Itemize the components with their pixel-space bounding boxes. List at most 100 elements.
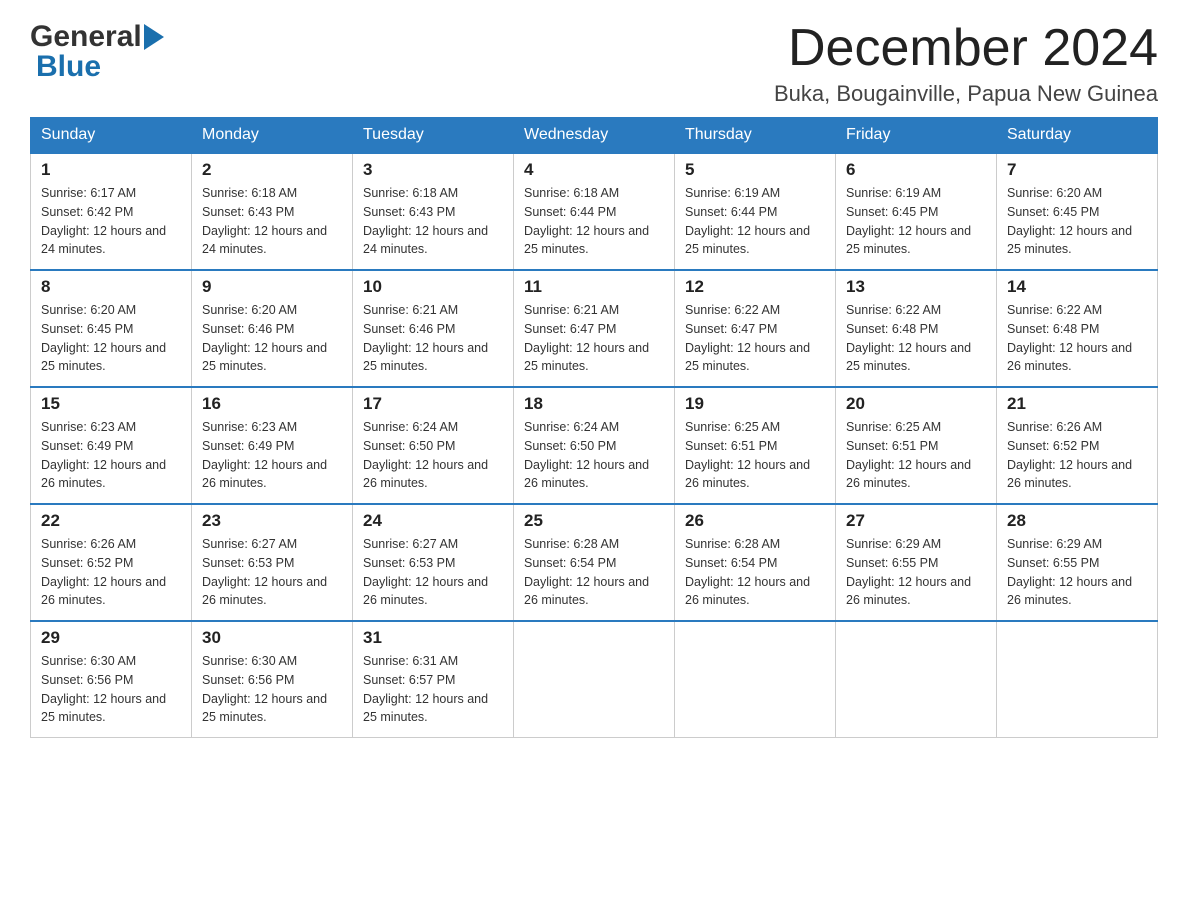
day-number: 8	[41, 277, 181, 297]
table-row: 14 Sunrise: 6:22 AMSunset: 6:48 PMDaylig…	[997, 270, 1158, 387]
col-tuesday: Tuesday	[353, 118, 514, 154]
table-row: 26 Sunrise: 6:28 AMSunset: 6:54 PMDaylig…	[675, 504, 836, 621]
col-thursday: Thursday	[675, 118, 836, 154]
day-number: 16	[202, 394, 342, 414]
day-number: 10	[363, 277, 503, 297]
day-number: 20	[846, 394, 986, 414]
day-number: 30	[202, 628, 342, 648]
day-number: 23	[202, 511, 342, 531]
day-number: 24	[363, 511, 503, 531]
day-info: Sunrise: 6:20 AMSunset: 6:45 PMDaylight:…	[41, 303, 166, 373]
day-info: Sunrise: 6:31 AMSunset: 6:57 PMDaylight:…	[363, 654, 488, 724]
day-number: 2	[202, 160, 342, 180]
day-info: Sunrise: 6:23 AMSunset: 6:49 PMDaylight:…	[202, 420, 327, 490]
table-row: 24 Sunrise: 6:27 AMSunset: 6:53 PMDaylig…	[353, 504, 514, 621]
day-info: Sunrise: 6:22 AMSunset: 6:47 PMDaylight:…	[685, 303, 810, 373]
day-info: Sunrise: 6:24 AMSunset: 6:50 PMDaylight:…	[363, 420, 488, 490]
day-info: Sunrise: 6:26 AMSunset: 6:52 PMDaylight:…	[41, 537, 166, 607]
table-row: 20 Sunrise: 6:25 AMSunset: 6:51 PMDaylig…	[836, 387, 997, 504]
day-number: 29	[41, 628, 181, 648]
table-row	[836, 621, 997, 738]
day-number: 26	[685, 511, 825, 531]
table-row: 10 Sunrise: 6:21 AMSunset: 6:46 PMDaylig…	[353, 270, 514, 387]
day-info: Sunrise: 6:25 AMSunset: 6:51 PMDaylight:…	[846, 420, 971, 490]
title-block: December 2024 Buka, Bougainville, Papua …	[774, 20, 1158, 107]
logo-blue-text: Blue	[36, 50, 101, 84]
table-row: 11 Sunrise: 6:21 AMSunset: 6:47 PMDaylig…	[514, 270, 675, 387]
table-row: 23 Sunrise: 6:27 AMSunset: 6:53 PMDaylig…	[192, 504, 353, 621]
day-number: 3	[363, 160, 503, 180]
day-number: 7	[1007, 160, 1147, 180]
day-number: 27	[846, 511, 986, 531]
day-info: Sunrise: 6:18 AMSunset: 6:44 PMDaylight:…	[524, 186, 649, 256]
col-saturday: Saturday	[997, 118, 1158, 154]
table-row: 3 Sunrise: 6:18 AMSunset: 6:43 PMDayligh…	[353, 153, 514, 270]
day-info: Sunrise: 6:28 AMSunset: 6:54 PMDaylight:…	[524, 537, 649, 607]
day-info: Sunrise: 6:28 AMSunset: 6:54 PMDaylight:…	[685, 537, 810, 607]
day-info: Sunrise: 6:26 AMSunset: 6:52 PMDaylight:…	[1007, 420, 1132, 490]
day-number: 1	[41, 160, 181, 180]
day-info: Sunrise: 6:27 AMSunset: 6:53 PMDaylight:…	[202, 537, 327, 607]
day-number: 11	[524, 277, 664, 297]
table-row: 21 Sunrise: 6:26 AMSunset: 6:52 PMDaylig…	[997, 387, 1158, 504]
day-number: 14	[1007, 277, 1147, 297]
table-row: 17 Sunrise: 6:24 AMSunset: 6:50 PMDaylig…	[353, 387, 514, 504]
day-number: 19	[685, 394, 825, 414]
table-row: 6 Sunrise: 6:19 AMSunset: 6:45 PMDayligh…	[836, 153, 997, 270]
table-row: 18 Sunrise: 6:24 AMSunset: 6:50 PMDaylig…	[514, 387, 675, 504]
table-row: 29 Sunrise: 6:30 AMSunset: 6:56 PMDaylig…	[31, 621, 192, 738]
day-number: 9	[202, 277, 342, 297]
day-info: Sunrise: 6:21 AMSunset: 6:46 PMDaylight:…	[363, 303, 488, 373]
col-friday: Friday	[836, 118, 997, 154]
calendar-table: Sunday Monday Tuesday Wednesday Thursday…	[30, 117, 1158, 738]
day-number: 25	[524, 511, 664, 531]
logo-arrow-icon	[144, 24, 164, 50]
month-year-title: December 2024	[774, 20, 1158, 77]
table-row: 1 Sunrise: 6:17 AMSunset: 6:42 PMDayligh…	[31, 153, 192, 270]
day-info: Sunrise: 6:19 AMSunset: 6:44 PMDaylight:…	[685, 186, 810, 256]
table-row: 30 Sunrise: 6:30 AMSunset: 6:56 PMDaylig…	[192, 621, 353, 738]
day-number: 17	[363, 394, 503, 414]
day-info: Sunrise: 6:30 AMSunset: 6:56 PMDaylight:…	[41, 654, 166, 724]
day-number: 6	[846, 160, 986, 180]
day-info: Sunrise: 6:20 AMSunset: 6:45 PMDaylight:…	[1007, 186, 1132, 256]
location-subtitle: Buka, Bougainville, Papua New Guinea	[774, 81, 1158, 107]
day-info: Sunrise: 6:21 AMSunset: 6:47 PMDaylight:…	[524, 303, 649, 373]
table-row: 8 Sunrise: 6:20 AMSunset: 6:45 PMDayligh…	[31, 270, 192, 387]
day-number: 15	[41, 394, 181, 414]
table-row: 7 Sunrise: 6:20 AMSunset: 6:45 PMDayligh…	[997, 153, 1158, 270]
table-row: 31 Sunrise: 6:31 AMSunset: 6:57 PMDaylig…	[353, 621, 514, 738]
day-number: 12	[685, 277, 825, 297]
day-number: 5	[685, 160, 825, 180]
calendar-week-row: 8 Sunrise: 6:20 AMSunset: 6:45 PMDayligh…	[31, 270, 1158, 387]
day-info: Sunrise: 6:27 AMSunset: 6:53 PMDaylight:…	[363, 537, 488, 607]
table-row: 28 Sunrise: 6:29 AMSunset: 6:55 PMDaylig…	[997, 504, 1158, 621]
day-info: Sunrise: 6:18 AMSunset: 6:43 PMDaylight:…	[363, 186, 488, 256]
table-row: 13 Sunrise: 6:22 AMSunset: 6:48 PMDaylig…	[836, 270, 997, 387]
day-info: Sunrise: 6:30 AMSunset: 6:56 PMDaylight:…	[202, 654, 327, 724]
day-info: Sunrise: 6:17 AMSunset: 6:42 PMDaylight:…	[41, 186, 166, 256]
table-row: 22 Sunrise: 6:26 AMSunset: 6:52 PMDaylig…	[31, 504, 192, 621]
day-info: Sunrise: 6:29 AMSunset: 6:55 PMDaylight:…	[1007, 537, 1132, 607]
day-info: Sunrise: 6:23 AMSunset: 6:49 PMDaylight:…	[41, 420, 166, 490]
day-info: Sunrise: 6:20 AMSunset: 6:46 PMDaylight:…	[202, 303, 327, 373]
table-row	[514, 621, 675, 738]
day-info: Sunrise: 6:29 AMSunset: 6:55 PMDaylight:…	[846, 537, 971, 607]
day-info: Sunrise: 6:22 AMSunset: 6:48 PMDaylight:…	[1007, 303, 1132, 373]
day-number: 18	[524, 394, 664, 414]
col-wednesday: Wednesday	[514, 118, 675, 154]
day-number: 22	[41, 511, 181, 531]
day-number: 13	[846, 277, 986, 297]
calendar-header-row: Sunday Monday Tuesday Wednesday Thursday…	[31, 118, 1158, 154]
page-header: General Blue December 2024 Buka, Bougain…	[30, 20, 1158, 107]
col-sunday: Sunday	[31, 118, 192, 154]
table-row: 25 Sunrise: 6:28 AMSunset: 6:54 PMDaylig…	[514, 504, 675, 621]
calendar-week-row: 22 Sunrise: 6:26 AMSunset: 6:52 PMDaylig…	[31, 504, 1158, 621]
table-row: 27 Sunrise: 6:29 AMSunset: 6:55 PMDaylig…	[836, 504, 997, 621]
logo-general-text: General	[30, 20, 142, 54]
day-info: Sunrise: 6:25 AMSunset: 6:51 PMDaylight:…	[685, 420, 810, 490]
table-row: 12 Sunrise: 6:22 AMSunset: 6:47 PMDaylig…	[675, 270, 836, 387]
table-row: 4 Sunrise: 6:18 AMSunset: 6:44 PMDayligh…	[514, 153, 675, 270]
day-info: Sunrise: 6:19 AMSunset: 6:45 PMDaylight:…	[846, 186, 971, 256]
day-number: 31	[363, 628, 503, 648]
